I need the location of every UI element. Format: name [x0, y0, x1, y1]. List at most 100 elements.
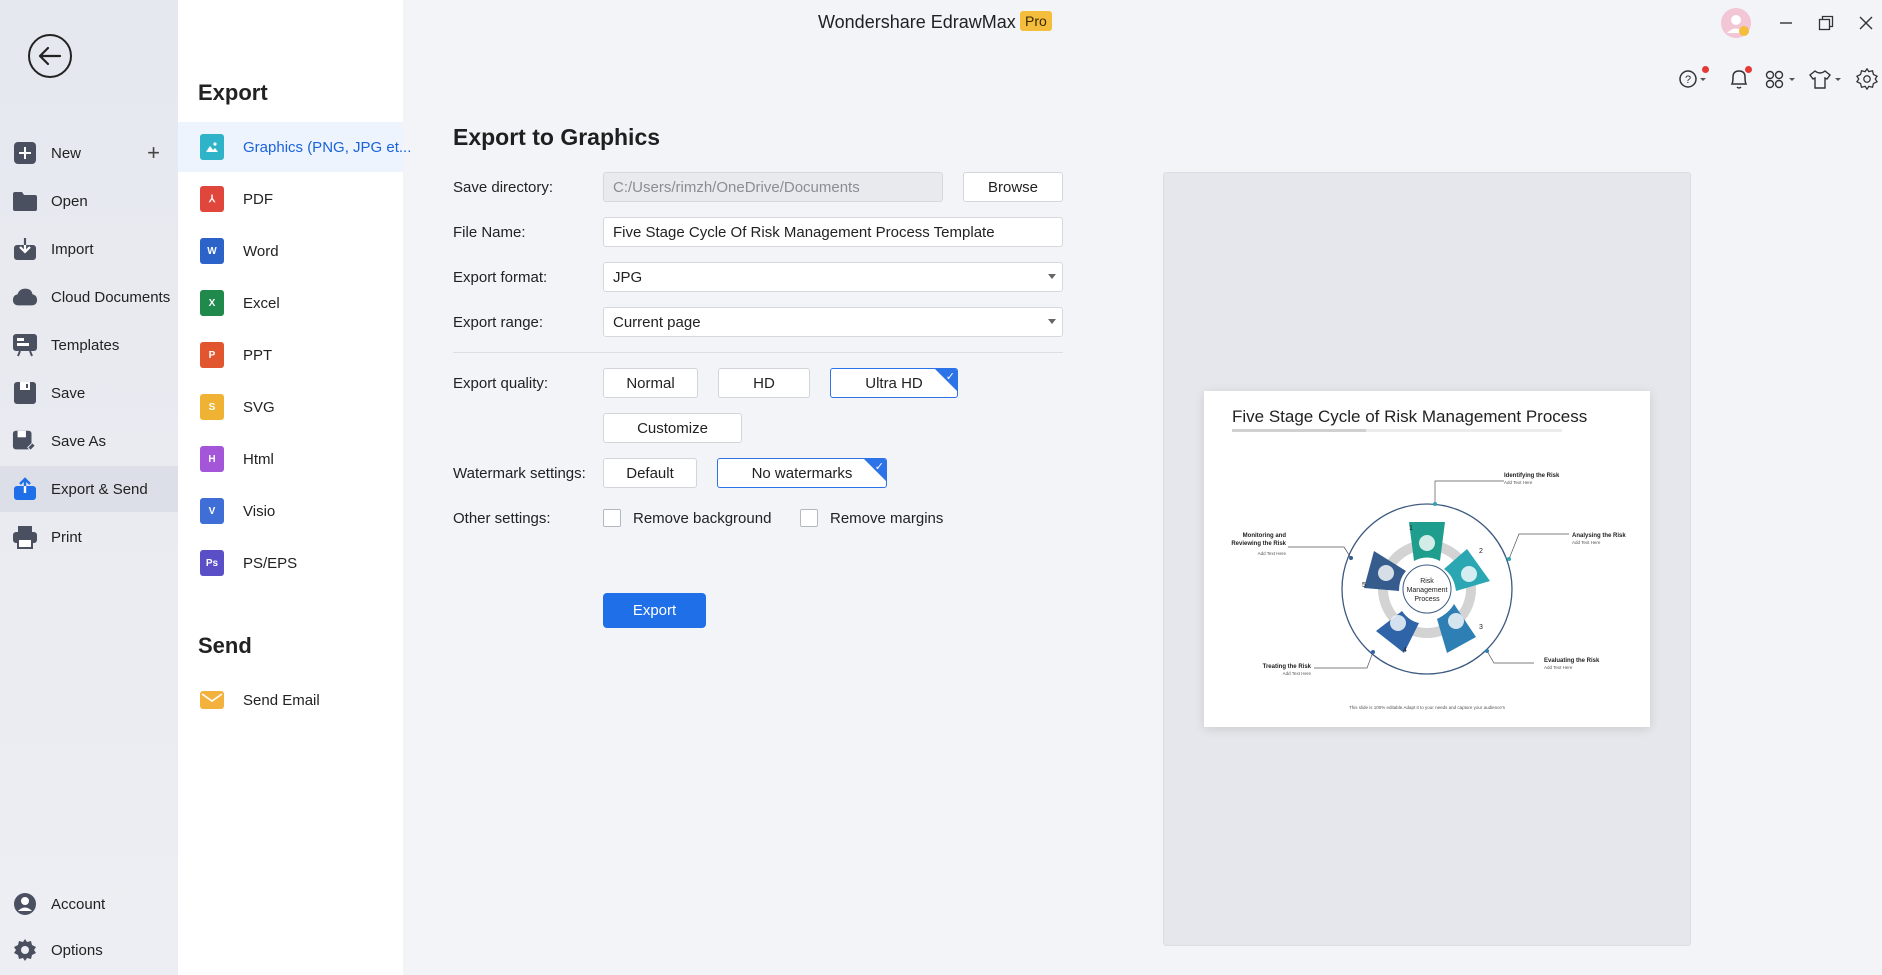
back-button[interactable] [28, 34, 72, 78]
bell-icon[interactable] [1728, 66, 1752, 92]
center-label-line: Risk [1420, 578, 1434, 585]
connector-line [1288, 546, 1352, 559]
export-range-select[interactable]: Current page [603, 307, 1063, 337]
menu-item-ppt[interactable]: P PPT [178, 330, 403, 380]
sidebar-item-account[interactable]: Account [0, 881, 178, 927]
minimize-icon[interactable] [1773, 10, 1799, 36]
plus-square-icon [12, 140, 38, 166]
sidebar-item-open[interactable]: Open [0, 178, 178, 224]
sidebar-item-label: Account [51, 895, 106, 913]
watermark-default-button[interactable]: Default [603, 458, 697, 488]
titlebar: Wondershare EdrawMax Pro [403, 0, 1882, 46]
connector-line [1314, 651, 1374, 669]
app-title: Wondershare EdrawMax [818, 12, 1016, 32]
stage-title: Reviewing the Risk [1231, 541, 1286, 547]
sidebar-item-label: Print [51, 528, 82, 546]
menu-item-svg[interactable]: S SVG [178, 382, 403, 432]
sidebar-item-label: Options [51, 941, 103, 959]
folder-icon [12, 188, 38, 214]
preview-panel: Five Stage Cycle of Risk Management Proc… [1163, 172, 1691, 946]
stage-icon [1419, 535, 1435, 551]
sidebar-item-save[interactable]: Save [0, 370, 178, 416]
excel-file-icon: X [200, 290, 224, 316]
menu-item-html[interactable]: H Html [178, 434, 403, 484]
watermark-none-button[interactable]: No watermarks ✓ [717, 458, 887, 488]
sidebar-item-import[interactable]: Import [0, 226, 178, 272]
menu-item-excel[interactable]: X Excel [178, 278, 403, 328]
stage-number: 2 [1479, 548, 1483, 555]
menu-item-word[interactable]: W Word [178, 226, 403, 276]
sidebar-item-cloud-documents[interactable]: Cloud Documents [0, 274, 178, 320]
connector-line [1508, 533, 1569, 560]
quality-ultra-hd-label: Ultra HD [865, 374, 923, 392]
menu-item-graphics[interactable]: Graphics (PNG, JPG et... [178, 122, 411, 172]
quality-ultra-hd-button[interactable]: Ultra HD ✓ [830, 368, 958, 398]
quality-normal-button[interactable]: Normal [603, 368, 698, 398]
remove-margins-checkbox[interactable] [800, 509, 818, 527]
menu-item-ps-eps[interactable]: Ps PS/EPS [178, 538, 403, 588]
stage-icon [1461, 566, 1477, 582]
add-icon[interactable]: + [147, 142, 160, 164]
divider [453, 352, 1063, 353]
save-icon [12, 380, 38, 406]
notification-dot [1745, 66, 1752, 73]
shirt-icon[interactable] [1808, 66, 1844, 92]
menu-item-visio[interactable]: V Visio [178, 486, 403, 536]
remove-margins-label: Remove margins [830, 510, 944, 527]
connector-dot [1507, 557, 1511, 561]
quality-hd-button[interactable]: HD [718, 368, 810, 398]
connector-line [1486, 650, 1534, 664]
sidebar-item-save-as[interactable]: Save As [0, 418, 178, 464]
menu-item-label: PPT [243, 346, 273, 364]
sidebar: New + Open Import Cloud Documents Templa… [0, 0, 178, 975]
email-icon [200, 691, 224, 709]
stage-subtitle: Add Text Here [1544, 665, 1573, 670]
ppt-file-icon: P [200, 342, 224, 368]
customize-button[interactable]: Customize [603, 413, 742, 443]
sidebar-item-print[interactable]: Print [0, 514, 178, 560]
html-file-icon: H [200, 446, 224, 472]
other-settings-label: Other settings: [453, 510, 551, 527]
export-format-select[interactable]: JPG [603, 262, 1063, 292]
center-label-line: Management [1407, 587, 1448, 594]
sidebar-item-label: Save As [51, 432, 107, 450]
sidebar-item-options[interactable]: Options [0, 927, 178, 973]
export-button[interactable]: Export [603, 593, 706, 628]
remove-background-checkbox[interactable] [603, 509, 621, 527]
apps-grid-icon[interactable] [1764, 66, 1798, 92]
avatar[interactable] [1719, 6, 1753, 40]
stage-icon [1378, 565, 1394, 581]
save-directory-label: Save directory: [453, 179, 554, 196]
browse-button[interactable]: Browse [963, 172, 1063, 202]
help-icon[interactable]: ? [1678, 66, 1709, 92]
remove-background-label: Remove background [633, 510, 772, 527]
sidebar-item-templates[interactable]: Templates [0, 322, 178, 368]
pro-badge: Pro [1020, 11, 1052, 31]
notification-dot [1702, 66, 1709, 73]
print-icon [12, 524, 38, 550]
arrow-left-icon [38, 46, 62, 66]
svg-text:?: ? [1685, 74, 1691, 86]
check-icon: ✓ [945, 371, 955, 383]
menu-item-label: PDF [243, 190, 273, 208]
import-icon [12, 236, 38, 262]
sidebar-item-new[interactable]: New + [0, 130, 178, 176]
send-heading: Send [198, 633, 252, 658]
sidebar-item-export-send[interactable]: Export & Send [0, 466, 178, 512]
close-icon[interactable] [1853, 10, 1879, 36]
word-file-icon: W [200, 238, 224, 264]
menu-item-pdf[interactable]: ⅄ PDF [178, 174, 403, 224]
menu-item-send-email[interactable]: Send Email [178, 675, 403, 725]
settings-icon[interactable] [1856, 66, 1878, 92]
ps-file-icon: Ps [200, 550, 224, 576]
stage-title: Evaluating the Risk [1544, 658, 1600, 664]
file-name-input[interactable]: Five Stage Cycle Of Risk Management Proc… [603, 217, 1063, 247]
stage-number: 3 [1479, 624, 1483, 631]
export-heading: Export [198, 80, 268, 105]
restore-icon[interactable] [1813, 10, 1839, 36]
menu-item-label: SVG [243, 398, 275, 416]
svg-file-icon: S [200, 394, 224, 420]
center-label-line: Process [1414, 596, 1440, 603]
connector-dot [1485, 649, 1489, 653]
image-file-icon [200, 134, 224, 160]
